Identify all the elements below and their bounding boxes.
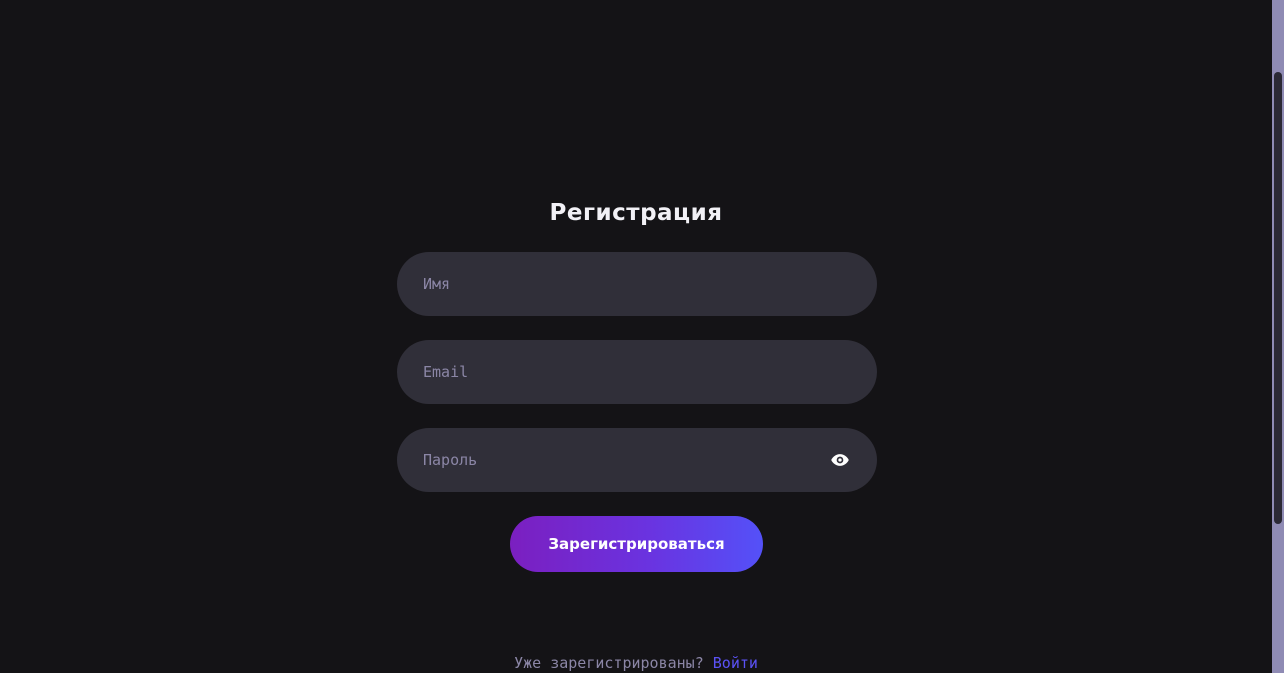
register-button[interactable]: Зарегистрироваться bbox=[510, 516, 763, 572]
eye-icon[interactable] bbox=[829, 450, 851, 470]
page-title: Регистрация bbox=[549, 200, 723, 226]
name-field bbox=[397, 252, 877, 316]
email-input[interactable] bbox=[397, 340, 877, 404]
password-input[interactable] bbox=[397, 428, 877, 492]
login-prompt: Уже зарегистрированы? Войти bbox=[0, 654, 1272, 672]
login-prompt-text: Уже зарегистрированы? bbox=[514, 654, 704, 672]
password-field bbox=[397, 428, 877, 492]
name-input[interactable] bbox=[397, 252, 877, 316]
registration-page: Регистрация Зарегистрироваться Уже зарег… bbox=[0, 0, 1272, 673]
scrollbar[interactable] bbox=[1272, 0, 1284, 673]
login-link[interactable]: Войти bbox=[713, 654, 758, 672]
email-field bbox=[397, 340, 877, 404]
scrollbar-thumb[interactable] bbox=[1274, 72, 1282, 524]
